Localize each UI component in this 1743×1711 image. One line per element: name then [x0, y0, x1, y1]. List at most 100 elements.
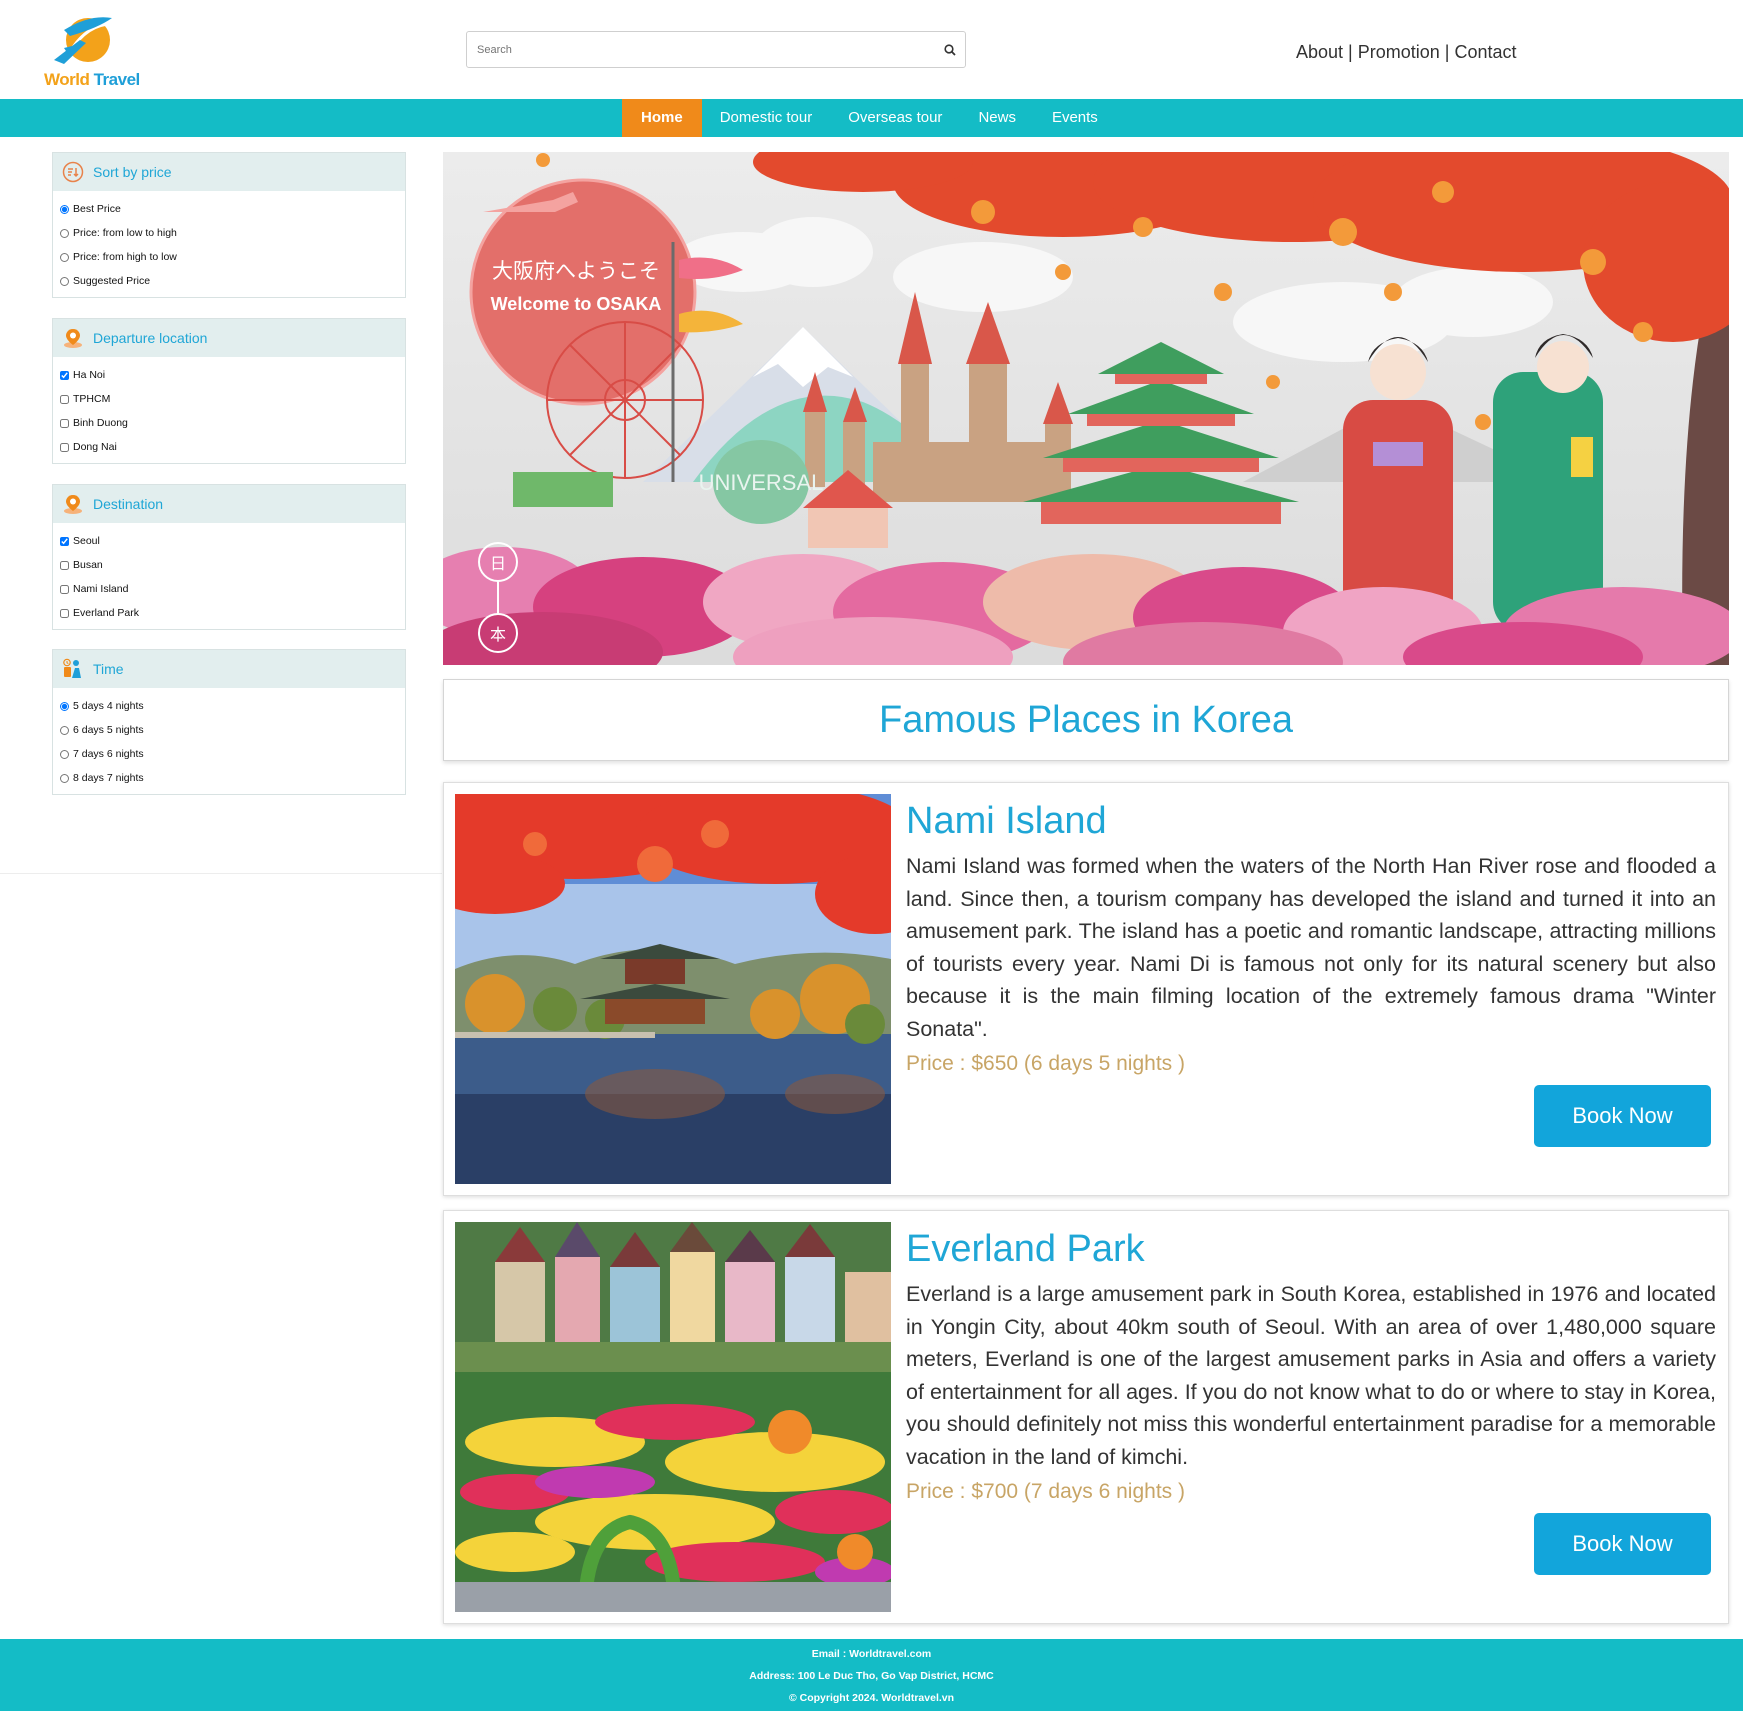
- sort-option-low-to-high[interactable]: Price: from low to high: [53, 221, 405, 245]
- checkbox[interactable]: [60, 418, 69, 428]
- contact-link[interactable]: Contact: [1454, 42, 1516, 62]
- main-nav: Home Domestic tour Overseas tour News Ev…: [0, 99, 1743, 137]
- nav-item-events[interactable]: Events: [1034, 99, 1116, 137]
- panel-header: Sort by price: [53, 153, 405, 191]
- checkbox[interactable]: [60, 536, 69, 546]
- panel-header: Departure location: [53, 319, 405, 357]
- option-label: Price: from low to high: [73, 227, 177, 239]
- checkbox[interactable]: [60, 608, 69, 618]
- site-header: World Travel About | Promotion | Contact: [0, 0, 1743, 100]
- departure-option-ha-noi[interactable]: Ha Noi: [53, 363, 405, 387]
- time-option-7d6n[interactable]: 7 days 6 nights: [53, 742, 405, 766]
- nav-item-home[interactable]: Home: [622, 99, 702, 137]
- place-details: Everland Park Everland is a large amusem…: [906, 1226, 1716, 1508]
- destination-panel: Destination Seoul Busan Nami Island Ever…: [52, 484, 406, 630]
- option-label: TPHCM: [73, 393, 111, 405]
- banner-welcome-text: Welcome to OSAKA: [491, 294, 662, 314]
- footer-copyright: © Copyright 2024. Worldtravel.vn: [788, 1692, 955, 1704]
- top-links: About | Promotion | Contact: [1296, 42, 1517, 63]
- nav-item-domestic-tour[interactable]: Domestic tour: [702, 99, 831, 137]
- checkbox[interactable]: [60, 442, 69, 452]
- place-title[interactable]: Everland Park: [906, 1226, 1716, 1272]
- time-option-8d7n[interactable]: 8 days 7 nights: [53, 766, 405, 790]
- nav-items: Home Domestic tour Overseas tour News Ev…: [622, 99, 1116, 137]
- place-title[interactable]: Nami Island: [906, 798, 1716, 844]
- place-card: Everland Park Everland is a large amusem…: [443, 1210, 1729, 1624]
- option-label: Seoul: [73, 535, 100, 547]
- panel-title: Departure location: [93, 330, 208, 346]
- place-description: Everland is a large amusement park in So…: [906, 1282, 1716, 1469]
- option-label: 7 days 6 nights: [73, 748, 144, 760]
- site-logo[interactable]: World Travel: [40, 10, 140, 90]
- panel-title: Destination: [93, 496, 164, 512]
- site-footer: Email : Worldtravel.com Address: 100 Le …: [0, 1639, 1743, 1711]
- sort-option-best-price[interactable]: Best Price: [53, 197, 405, 221]
- time-option-6d5n[interactable]: 6 days 5 nights: [53, 718, 405, 742]
- place-price: Price : $700 (7 days 6 nights ): [906, 1480, 1185, 1503]
- book-now-button[interactable]: Book Now: [1534, 1085, 1711, 1147]
- option-label: Everland Park: [73, 607, 139, 619]
- place-details: Nami Island Nami Island was formed when …: [906, 798, 1716, 1080]
- option-label: Binh Duong: [73, 417, 128, 429]
- globe-plane-icon: [54, 17, 117, 64]
- place-price: Price : $650 (6 days 5 nights ): [906, 1052, 1185, 1075]
- search-icon[interactable]: [943, 43, 957, 57]
- time-panel: Time 5 days 4 nights 6 days 5 nights 7 d…: [52, 649, 406, 795]
- destination-option-busan[interactable]: Busan: [53, 553, 405, 577]
- nav-item-news[interactable]: News: [960, 99, 1034, 137]
- book-now-button[interactable]: Book Now: [1534, 1513, 1711, 1575]
- sort-option-high-to-low[interactable]: Price: from high to low: [53, 245, 405, 269]
- promotion-link[interactable]: Promotion: [1358, 42, 1440, 62]
- departure-option-dong-nai[interactable]: Dong Nai: [53, 435, 405, 459]
- radio-button[interactable]: [60, 749, 69, 759]
- destination-option-everland-park[interactable]: Everland Park: [53, 601, 405, 625]
- checkbox[interactable]: [60, 584, 69, 594]
- sort-icon: [62, 161, 84, 183]
- sort-panel: Sort by price Best Price Price: from low…: [52, 152, 406, 298]
- link-separator: |: [1343, 42, 1358, 62]
- departure-option-binh-duong[interactable]: Binh Duong: [53, 411, 405, 435]
- option-label: Busan: [73, 559, 103, 571]
- option-label: Suggested Price: [73, 275, 151, 287]
- option-label: Ha Noi: [73, 369, 106, 381]
- panel-header: Time: [53, 650, 405, 688]
- nav-item-overseas-tour[interactable]: Overseas tour: [830, 99, 960, 137]
- place-photo-nami-island[interactable]: [455, 794, 891, 1184]
- checkbox[interactable]: [60, 560, 69, 570]
- departure-option-tphcm[interactable]: TPHCM: [53, 387, 405, 411]
- link-separator: |: [1439, 42, 1455, 62]
- radio-button[interactable]: [60, 228, 69, 238]
- option-label: Best Price: [73, 203, 121, 215]
- destination-option-seoul[interactable]: Seoul: [53, 529, 405, 553]
- place-photo-everland-park[interactable]: [455, 1222, 891, 1612]
- sort-option-suggested[interactable]: Suggested Price: [53, 269, 405, 293]
- destination-option-nami-island[interactable]: Nami Island: [53, 577, 405, 601]
- option-label: 8 days 7 nights: [73, 772, 144, 784]
- about-link[interactable]: About: [1296, 42, 1343, 62]
- lantern-text: 本: [490, 625, 506, 644]
- section-title: Famous Places in Korea: [879, 698, 1293, 741]
- option-label: 6 days 5 nights: [73, 724, 144, 736]
- radio-button[interactable]: [60, 701, 69, 711]
- option-label: Dong Nai: [73, 441, 117, 453]
- location-pin-icon: [64, 329, 82, 348]
- osaka-banner: 大阪府へようこそ Welcome to OSAKA UNIVERSAL 日 本: [443, 152, 1729, 665]
- checkbox[interactable]: [60, 394, 69, 404]
- banner-jp-text: 大阪府へようこそ: [492, 259, 660, 283]
- search-input[interactable]: [467, 32, 927, 67]
- logo-text: World Travel: [44, 70, 140, 89]
- radio-button[interactable]: [60, 276, 69, 286]
- nami-island-photo: [455, 794, 891, 1184]
- radio-button[interactable]: [60, 204, 69, 214]
- checkbox[interactable]: [60, 370, 69, 380]
- radio-button[interactable]: [60, 252, 69, 262]
- departure-panel: Departure location Ha Noi TPHCM Binh Duo…: [52, 318, 406, 464]
- option-label: 5 days 4 nights: [73, 700, 144, 712]
- footer-address: Address: 100 Le Duc Tho, Go Vap District…: [749, 1670, 994, 1682]
- section-title-box: Famous Places in Korea: [443, 679, 1729, 761]
- radio-button[interactable]: [60, 773, 69, 783]
- time-option-5d4n[interactable]: 5 days 4 nights: [53, 694, 405, 718]
- radio-button[interactable]: [60, 725, 69, 735]
- search-box: [466, 31, 966, 68]
- panel-header: Destination: [53, 485, 405, 523]
